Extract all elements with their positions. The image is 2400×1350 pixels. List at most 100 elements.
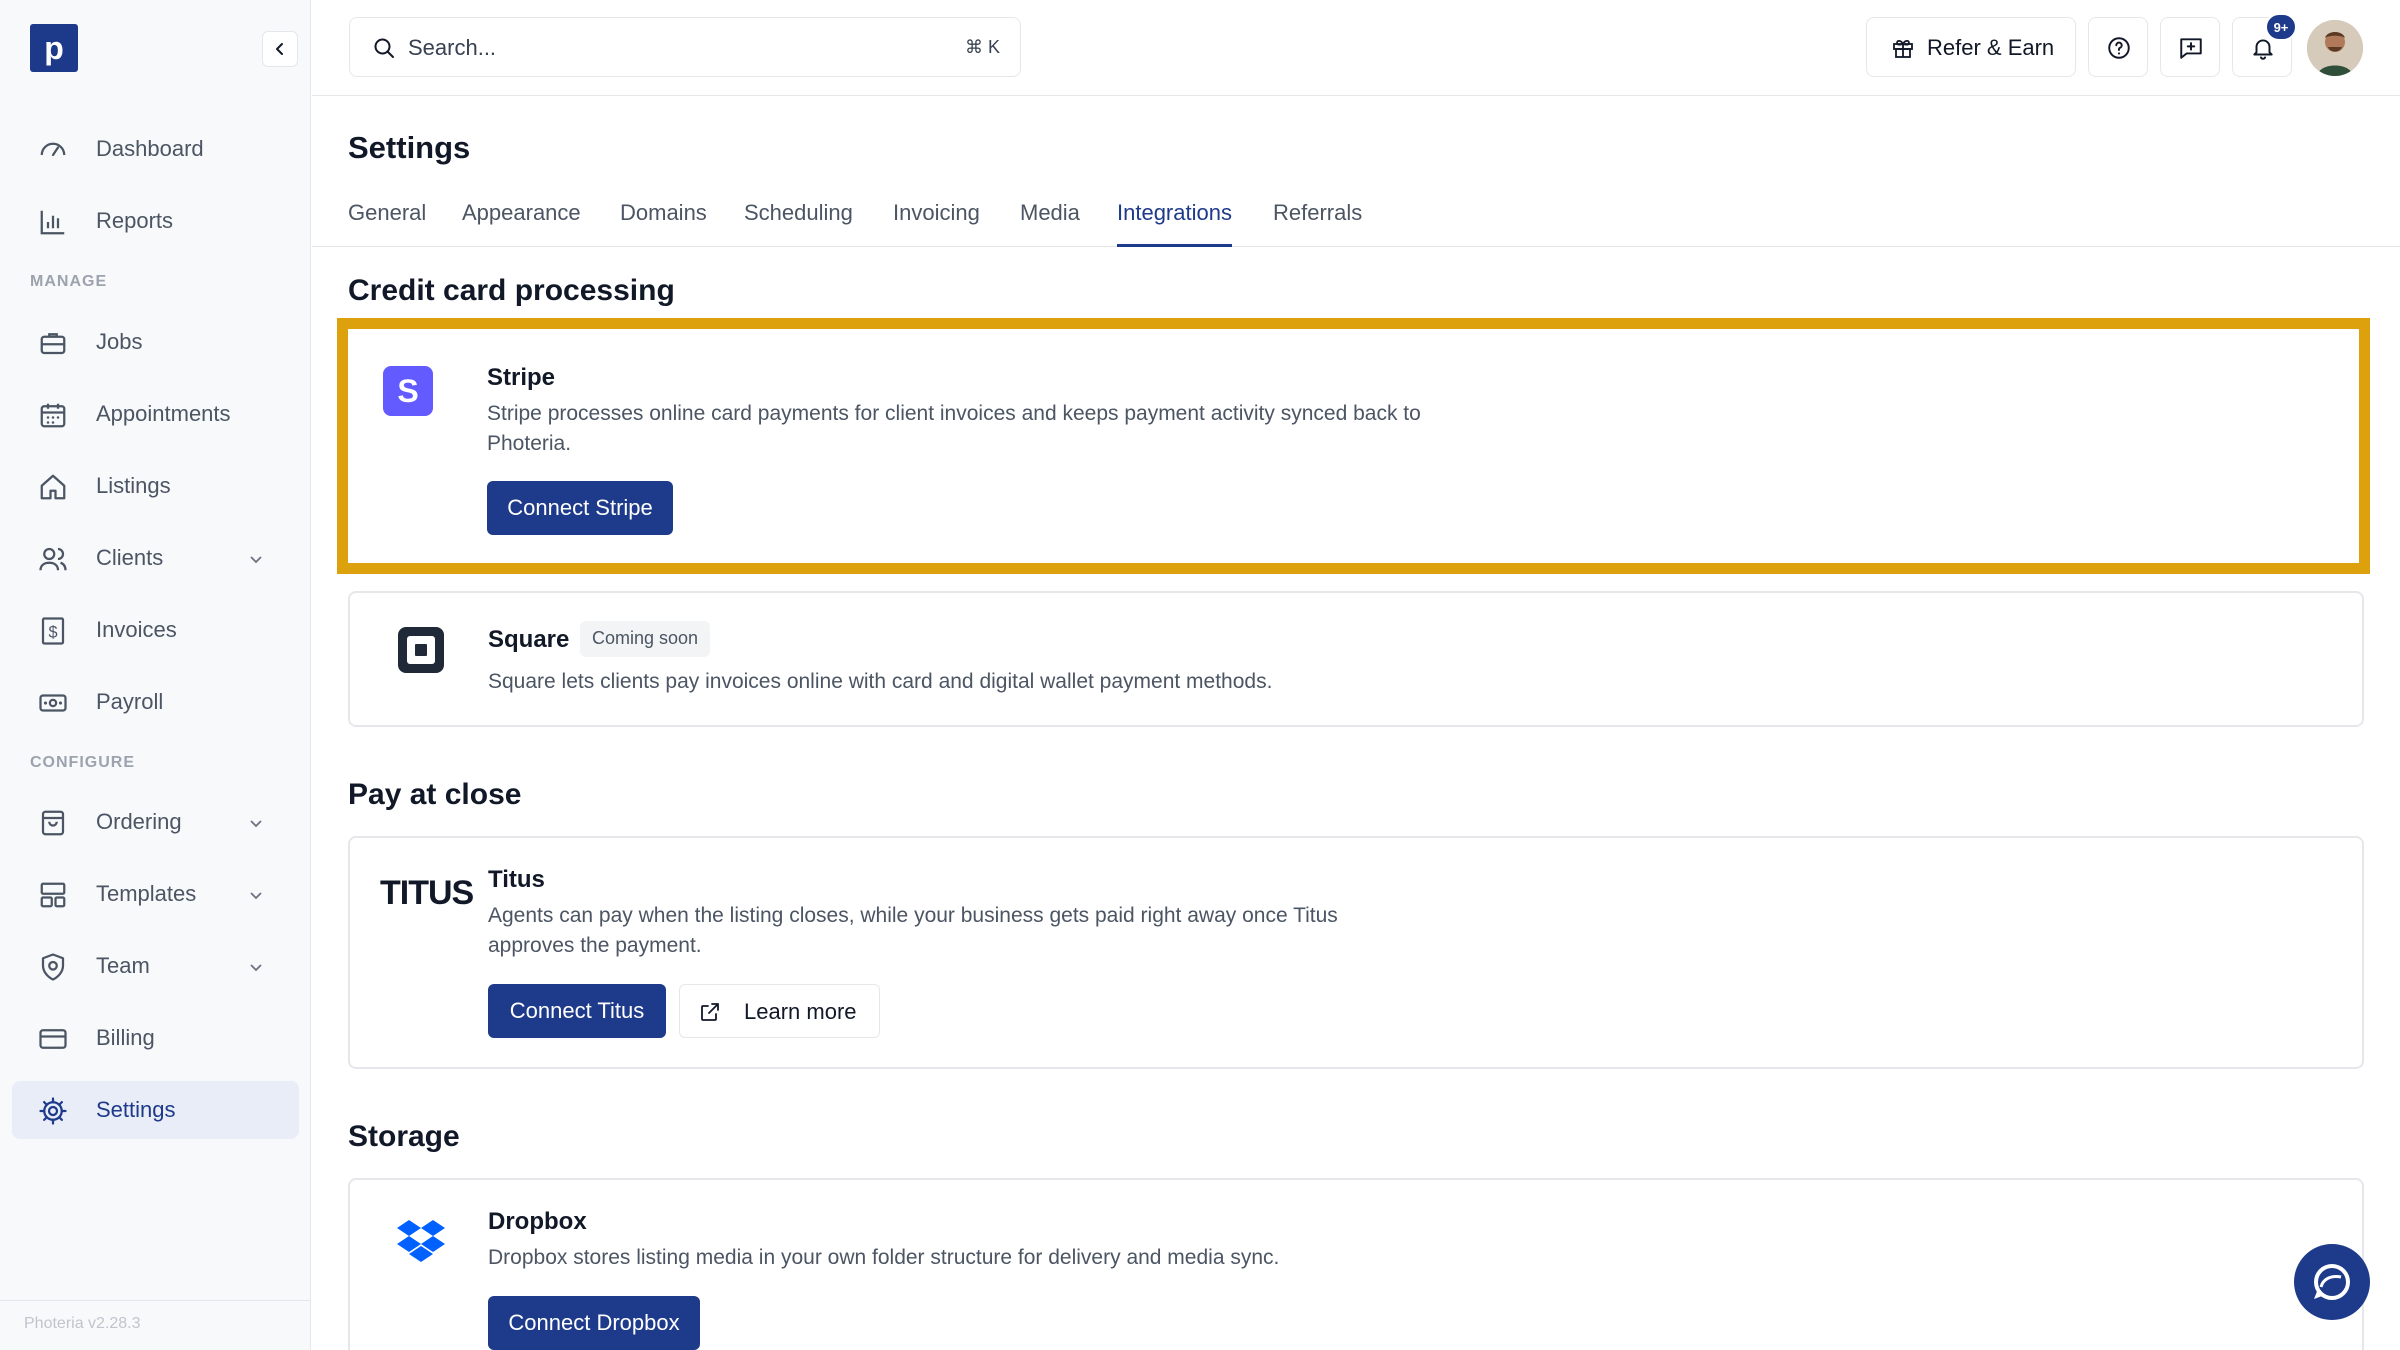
refer-earn-label: Refer & Earn (1927, 35, 2055, 60)
dropbox-description: Dropbox stores listing media in your own… (488, 1246, 1280, 1269)
search-input[interactable]: Search... ⌘ K (349, 17, 1021, 77)
sidebar-item-label: Dashboard (96, 136, 204, 161)
tab-appearance[interactable]: Appearance (462, 200, 581, 247)
sidebar-item-appointments[interactable]: Appointments (12, 385, 299, 443)
stripe-description-line1: Stripe processes online card payments fo… (487, 402, 1421, 425)
sidebar-item-label: Appointments (96, 401, 231, 426)
shield-icon (41, 953, 65, 981)
sidebar-divider (0, 1300, 311, 1301)
gauge-icon (40, 142, 66, 157)
titus-name: Titus (488, 866, 545, 893)
tab-referrals[interactable]: Referrals (1273, 200, 1362, 247)
settings-tabs: General Appearance Domains Scheduling In… (312, 190, 2400, 247)
sidebar: p Dashboard Reports MANAGE Jobs Appointm… (0, 0, 311, 1350)
connect-titus-button[interactable]: Connect Titus (488, 984, 666, 1038)
shopping-bag-icon (41, 810, 65, 836)
titus-description-line1: Agents can pay when the listing closes, … (488, 904, 1338, 927)
stripe-card: S Stripe Stripe processes online card pa… (337, 318, 2370, 574)
sidebar-item-reports[interactable]: Reports (12, 192, 299, 250)
external-link-icon (701, 1003, 719, 1021)
help-icon (2108, 37, 2130, 59)
sidebar-item-label: Ordering (96, 809, 182, 834)
calendar-icon (40, 403, 66, 428)
dropbox-name: Dropbox (488, 1208, 587, 1235)
sidebar-section-manage: MANAGE (30, 273, 108, 290)
stripe-name: Stripe (487, 364, 556, 391)
message-plus-icon (2180, 38, 2202, 59)
sidebar-item-ordering[interactable]: Ordering (12, 793, 299, 851)
sidebar-item-billing[interactable]: Billing (12, 1009, 299, 1067)
dropbox-icon (397, 1220, 445, 1262)
sidebar-item-label: Invoices (96, 617, 177, 642)
section-title-pay-at-close: Pay at close (348, 778, 522, 811)
tab-domains[interactable]: Domains (620, 200, 707, 247)
chevron-down-icon (250, 556, 262, 564)
sidebar-section-configure: CONFIGURE (30, 754, 135, 771)
invoice-icon: $ (41, 617, 65, 645)
tab-invoicing[interactable]: Invoicing (893, 200, 980, 247)
sidebar-item-jobs[interactable]: Jobs (12, 313, 299, 371)
dropbox-card: Dropbox Dropbox stores listing media in … (348, 1178, 2364, 1350)
sidebar-item-invoices[interactable]: $ Invoices (12, 601, 299, 659)
chevron-down-icon (250, 892, 262, 900)
square-description: Square lets clients pay invoices online … (488, 670, 1273, 693)
chevron-left-icon (276, 43, 283, 55)
layout-icon (40, 882, 66, 908)
square-logo (396, 625, 446, 675)
chat-bubble-icon (2314, 1264, 2350, 1300)
top-bar: Search... ⌘ K Refer & Earn 9+ (312, 0, 2400, 96)
feedback-button[interactable] (2160, 17, 2220, 77)
titus-logo: TITUS (380, 874, 474, 912)
sidebar-item-settings[interactable]: Settings (12, 1081, 299, 1139)
page-title: Settings (348, 130, 471, 165)
titus-card: TITUS Titus Agents can pay when the list… (348, 836, 2364, 1069)
collapse-sidebar-button[interactable] (262, 31, 298, 67)
refer-earn-button[interactable]: Refer & Earn (1866, 17, 2076, 77)
sidebar-item-team[interactable]: Team (12, 937, 299, 995)
sidebar-item-label: Listings (96, 473, 171, 498)
sidebar-item-label: Team (96, 953, 150, 978)
learn-more-button[interactable]: Learn more (679, 984, 880, 1038)
chat-support-button[interactable] (2294, 1244, 2370, 1320)
chevron-down-icon (250, 964, 262, 972)
sidebar-item-payroll[interactable]: Payroll (12, 673, 299, 731)
svg-text:S: S (397, 373, 418, 409)
tab-media[interactable]: Media (1020, 200, 1080, 247)
app-logo[interactable]: p (30, 24, 78, 72)
users-icon (39, 547, 67, 571)
titus-description-line2: approves the payment. (488, 934, 702, 957)
learn-more-label: Learn more (744, 999, 857, 1024)
sidebar-item-templates[interactable]: Templates (12, 865, 299, 923)
avatar[interactable] (2307, 20, 2363, 76)
search-shortcut: ⌘ K (964, 37, 1000, 57)
app-version: Photeria v2.28.3 (24, 1315, 141, 1332)
user-avatar-icon (2307, 20, 2363, 76)
coming-soon-badge: Coming soon (580, 621, 711, 657)
square-name: Square (488, 626, 570, 653)
sidebar-item-label: Reports (96, 208, 174, 233)
sidebar-item-label: Jobs (96, 329, 143, 354)
help-button[interactable] (2088, 17, 2148, 77)
connect-stripe-button[interactable]: Connect Stripe (487, 481, 673, 535)
tab-scheduling[interactable]: Scheduling (744, 200, 853, 247)
sidebar-item-clients[interactable]: Clients (12, 529, 299, 587)
tab-integrations[interactable]: Integrations (1117, 200, 1232, 247)
gear-icon (39, 1097, 67, 1125)
home-icon (40, 474, 66, 500)
stripe-logo: S (383, 366, 433, 416)
dropbox-logo (396, 1214, 446, 1264)
sidebar-item-label: Clients (96, 545, 164, 570)
sidebar-item-listings[interactable]: Listings (12, 457, 299, 515)
section-title-credit-card: Credit card processing (348, 274, 675, 307)
sidebar-item-label: Settings (96, 1097, 176, 1122)
sidebar-item-dashboard[interactable]: Dashboard (12, 120, 299, 178)
search-placeholder: Search... (408, 35, 497, 60)
connect-dropbox-button[interactable]: Connect Dropbox (488, 1296, 700, 1350)
tab-general[interactable]: General (348, 200, 426, 247)
cash-icon (39, 694, 67, 712)
sidebar-item-label: Payroll (96, 689, 164, 714)
square-card: Square Coming soon Square lets clients p… (348, 591, 2364, 727)
sidebar-item-label: Templates (96, 881, 197, 906)
square-icon (398, 627, 444, 673)
stripe-description-line2: Photeria. (487, 432, 572, 455)
